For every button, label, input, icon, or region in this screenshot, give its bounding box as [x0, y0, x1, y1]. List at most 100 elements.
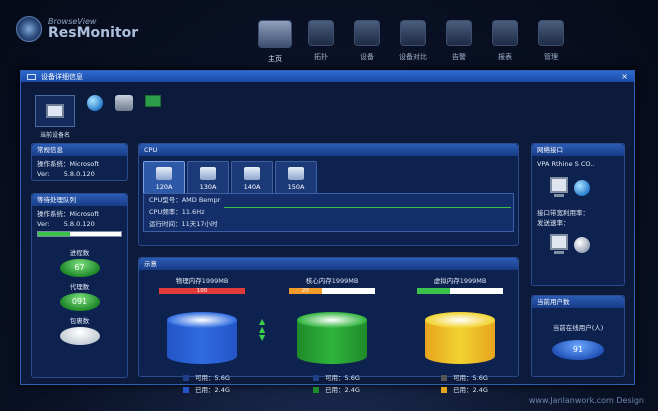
ver-row: Ver: 5.8.0.120 [32, 219, 127, 229]
os-text: 操作系统：Microsoft [37, 210, 100, 218]
nav-label: 告警 [452, 53, 466, 61]
cpu-usage-line [224, 207, 511, 208]
device-label: 当前设备名 [39, 132, 70, 139]
cpu-info-box: CPU型号：AMD Bempr CPU频率：11.6Hz 运行时间：11天17小… [143, 193, 514, 232]
panel-title: 等待处理队列 [32, 194, 127, 206]
available-text: 可用：5.6G [325, 374, 360, 382]
globe-icon [574, 179, 590, 196]
tab-label: 120A [155, 183, 173, 191]
memory-legend: 可用：5.6G 已用：2.4G [441, 372, 523, 396]
window-titlebar: 设备详细信息 × [21, 71, 634, 82]
globe-device-button[interactable] [87, 95, 103, 111]
used-text: 已用：2.4G [195, 386, 230, 394]
watermark: www.Janlanwork.com Design [528, 396, 644, 405]
tab-130a[interactable]: 130A [187, 161, 229, 194]
nav-item-device[interactable]: 设备 [344, 20, 390, 64]
network-name: VPA Rthine S CO.. [537, 160, 595, 168]
device-icon [354, 20, 380, 46]
memory-usage-bar: 100 [159, 288, 245, 294]
folder-icon [156, 167, 172, 180]
tab-label: 140A [243, 183, 261, 191]
send-rate-label: 发送速率： [537, 219, 570, 227]
nav-item-alarm[interactable]: 告警 [436, 20, 482, 64]
nav-label: 主页 [268, 55, 282, 63]
folder-icon [200, 167, 216, 180]
window-title: 设备详细信息 [41, 72, 83, 81]
network-card-device-button[interactable] [145, 95, 161, 107]
memory-usage-bar [417, 288, 503, 294]
compare-icon [400, 20, 426, 46]
memory-usage-fill [417, 288, 450, 294]
device-toolbar: 当前设备名 [35, 95, 161, 139]
alarm-icon [446, 20, 472, 46]
memory-title: 核心内存1999MB [305, 277, 359, 285]
network-panel: 网络接口 VPA Rthine S CO.. 接口带宽利用率： 发送速率： [531, 143, 625, 286]
nav-label: 设备 [360, 53, 374, 61]
nav-label: 报表 [498, 53, 512, 61]
agent-label: 代理数 [69, 283, 90, 291]
network-card-icon [145, 95, 161, 107]
memory-legend: 可用：5.6G 已用：2.4G [313, 372, 395, 396]
home-icon [258, 20, 292, 48]
cylinder-top [297, 312, 367, 328]
users-panel: 当前用户数 当前在线用户(人) 91 [531, 295, 625, 377]
film-reel-device-button[interactable] [115, 95, 133, 111]
tab-120a[interactable]: 120A [143, 161, 185, 194]
queue-progress-fill [38, 232, 70, 236]
memory-title: 物理内存1999MB [175, 277, 229, 285]
cylinder-top [425, 312, 495, 328]
memory-panel: 示意 物理内存1999MB 100 可用：5.6G 已用：2.4G 核心内存19… [138, 257, 519, 394]
ver-row: Ver: 5.8.0.120 [32, 169, 127, 179]
device-current[interactable]: 当前设备名 [35, 95, 75, 139]
ver-value: 5.8.0.120 [63, 170, 95, 178]
panel-title: CPU [139, 144, 518, 156]
memory-cylinder [425, 312, 495, 364]
panel-title: 常规信息 [32, 144, 127, 156]
nav-label: 拓扑 [314, 53, 328, 61]
close-button[interactable]: × [621, 72, 628, 81]
legend-used: 已用：2.4G [313, 384, 395, 396]
used-text: 已用：2.4G [453, 386, 488, 394]
nav-item-manage[interactable]: 管理 [528, 20, 574, 64]
device-detail-window: 设备详细信息 × 当前设备名 常规信息 操作系统：Microsoft Ver: 5… [20, 70, 635, 394]
window-icon [27, 73, 36, 80]
package-label: 包裹数 [69, 317, 90, 325]
bandwidth-label: 接口带宽利用率： [537, 209, 589, 217]
general-info-panel: 常规信息 操作系统：Microsoft Ver: 5.8.0.120 [31, 143, 128, 181]
process-count: 67 [59, 259, 100, 277]
package-count [59, 327, 100, 345]
computer-icon [550, 177, 568, 193]
agent-count: 091 [59, 293, 100, 311]
memory-usage-bar: 20 [289, 288, 375, 294]
globe-icon [87, 95, 103, 111]
ver-label: Ver: [37, 220, 50, 228]
computer-icon [550, 234, 568, 250]
report-icon [492, 20, 518, 46]
legend-available: 可用：5.6G [313, 372, 395, 384]
queue-panel: 等待处理队列 操作系统：Microsoft Ver: 5.8.0.120 进程数 … [31, 193, 128, 378]
nav-item-topology[interactable]: 拓扑 [298, 20, 344, 64]
top-navigation: 主页 拓扑 设备 设备对比 告警 报表 管理 [252, 20, 574, 64]
legend-available: 可用：5.6G [441, 372, 523, 384]
online-users-label: 当前在线用户(人) [552, 324, 604, 332]
monitor-icon [46, 104, 64, 118]
cpu-model: CPU型号：AMD Bempr [149, 196, 221, 204]
cpu-uptime: 运行时间：11天17小时 [149, 220, 218, 228]
webcam-icon [574, 236, 590, 253]
online-users-count: 91 [552, 340, 604, 360]
nav-item-home[interactable]: 主页 [252, 20, 298, 64]
tab-140a[interactable]: 140A [231, 161, 273, 194]
nav-item-report[interactable]: 报表 [482, 20, 528, 64]
network-devices [550, 177, 624, 198]
nav-item-compare[interactable]: 设备对比 [390, 20, 436, 64]
used-text: 已用：2.4G [325, 386, 360, 394]
app-logo: BrowseView ResMonitor [16, 16, 138, 42]
panel-title: 示意 [139, 258, 518, 270]
tab-150a[interactable]: 150A [275, 161, 317, 194]
legend-used: 已用：2.4G [183, 384, 265, 396]
os-text: 操作系统：Microsoft [37, 160, 100, 168]
nav-label: 管理 [544, 53, 558, 61]
legend-available: 可用：5.6G [183, 372, 265, 384]
cpu-panel: CPU 120A 130A 140A 150A CPU型号：AMD Bempr … [138, 143, 519, 246]
folder-icon [244, 167, 260, 180]
